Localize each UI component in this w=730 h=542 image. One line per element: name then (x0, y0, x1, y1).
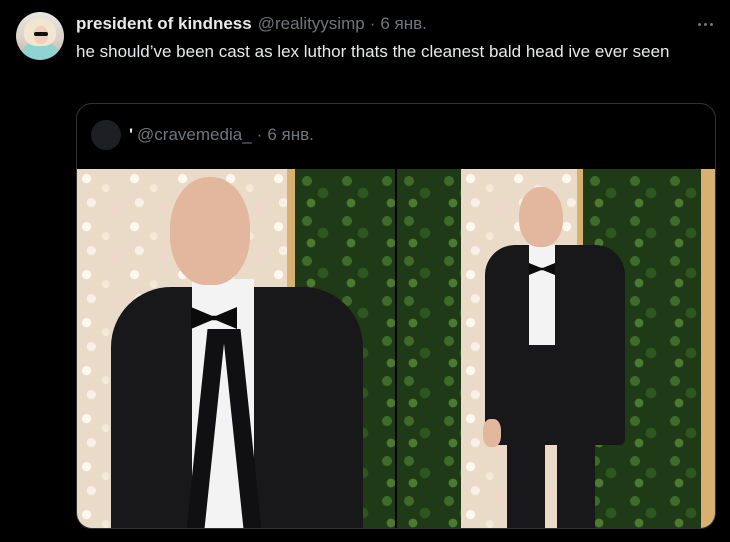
greenery-wall-left (397, 169, 461, 528)
gold-frame-edge (701, 169, 715, 528)
quoted-tweet-date[interactable]: 6 янв. (267, 125, 314, 145)
quoted-author-handle[interactable]: @cravemedia_ (137, 125, 252, 145)
tweet-header: president of kindness @realityysimp · 6 … (76, 13, 718, 35)
person-hand (483, 419, 501, 447)
avatar-sunglasses (34, 32, 48, 36)
quoted-author-avatar[interactable] (91, 120, 121, 150)
dress-shirt (529, 245, 555, 345)
quoted-separator-dot: · (256, 125, 263, 144)
tweet-text: he should’ve been cast as lex luthor tha… (76, 42, 670, 61)
tuxedo-jacket (485, 245, 625, 445)
author-handle[interactable]: @realityysimp (258, 14, 365, 34)
tweet-date[interactable]: 6 янв. (380, 14, 427, 34)
more-options-icon[interactable] (694, 14, 716, 34)
quoted-photo-2[interactable] (397, 169, 715, 528)
author-avatar[interactable] (16, 12, 64, 60)
trousers-right-leg (557, 437, 595, 528)
author-name[interactable]: president of kindness (76, 14, 252, 34)
separator-dot: · (369, 14, 376, 33)
quoted-author-name[interactable]: ' (129, 125, 133, 145)
quoted-tweet-header: ' @cravemedia_ · 6 янв. (91, 120, 314, 150)
quoted-photo-1[interactable] (77, 169, 395, 528)
person-head (170, 177, 250, 285)
trousers-left-leg (507, 437, 545, 528)
person-head (519, 187, 563, 247)
quoted-tweet[interactable]: ' @cravemedia_ · 6 янв. (76, 103, 716, 529)
